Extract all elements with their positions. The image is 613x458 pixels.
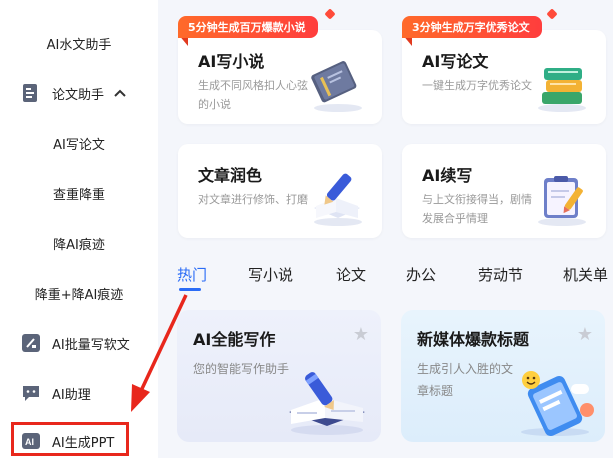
category-tabs: 热门 写小说 论文 办公 劳动节 机关单 — [158, 258, 613, 294]
tab-government[interactable]: 机关单 — [563, 264, 608, 285]
card-ai-paper[interactable]: AI写论文 一键生成万字优秀论文 — [402, 30, 606, 124]
sidebar-item-label: 降重+降AI痕迹 — [34, 287, 124, 303]
card-polish-article[interactable]: 文章润色 对文章进行修饰、打磨 — [178, 144, 382, 238]
card-title: AI写小说 — [198, 52, 265, 71]
card-description: 一键生成万字优秀论文 — [422, 79, 532, 92]
tab-paper[interactable]: 论文 — [336, 264, 366, 285]
card-description: 生成不同风格扣人心弦的小说 — [198, 79, 308, 111]
sidebar-item-label: 查重降重 — [52, 187, 105, 203]
annotation-highlight-box — [11, 422, 129, 456]
favorite-star-icon[interactable]: ★ — [353, 324, 369, 345]
book-icon — [304, 54, 368, 114]
sidebar-item-label: AI水文助手 — [46, 37, 112, 53]
card-ai-continue[interactable]: AI续写 与上文衔接得当，剧情发展合乎情理 — [402, 144, 606, 238]
sidebar-item-label: 论文助手 — [52, 87, 105, 103]
document-icon — [20, 82, 42, 104]
promo-badge: 3分钟生成万字优秀论文 — [402, 16, 542, 38]
books-stack-icon — [528, 54, 592, 114]
promo-badge: 5分钟生成百万爆款小说 — [178, 16, 318, 38]
card-ai-novel[interactable]: AI写小说 生成不同风格扣人心弦的小说 — [178, 30, 382, 124]
main-content: AI写小说 生成不同风格扣人心弦的小说 5分钟生成百万爆款小说 AI写论文 一键… — [158, 0, 613, 458]
tab-novel[interactable]: 写小说 — [248, 264, 293, 285]
sidebar-item-reduce-ai-trace[interactable]: 降AI痕迹 — [0, 225, 158, 261]
sidebar-item-label: AI助理 — [52, 387, 91, 403]
feature-card-title: AI全能写作 — [193, 330, 276, 349]
sidebar-item-ai-water-writing[interactable]: AI水文助手 — [0, 25, 158, 61]
feature-card-description: 您的智能写作助手 — [193, 362, 290, 376]
card-title: 文章润色 — [198, 166, 263, 185]
card-description: 对文章进行修饰、打磨 — [198, 193, 308, 206]
promo-badge-text: 3分钟生成万字优秀论文 — [412, 21, 530, 34]
active-tab-indicator — [179, 288, 201, 291]
sidebar-item-label: AI批量写软文 — [52, 337, 130, 353]
tab-labor-day[interactable]: 劳动节 — [478, 264, 523, 285]
tab-office[interactable]: 办公 — [406, 264, 436, 285]
sidebar-item-ai-write-paper[interactable]: AI写论文 — [0, 125, 158, 161]
card-title: AI写论文 — [422, 52, 489, 71]
chat-bubble-icon — [20, 382, 42, 404]
sidebar: AI水文助手 论文助手 AI写论文 查重降重 降AI痕迹 降重+降AI痕迹 AI… — [0, 0, 158, 458]
sidebar-item-duplicate-check[interactable]: 查重降重 — [0, 175, 158, 211]
feature-card-all-round-writing[interactable]: AI全能写作 您的智能写作助手 ★ — [177, 310, 381, 442]
feature-card-title: 新媒体爆款标题 — [417, 330, 530, 349]
sidebar-item-ai-assistant[interactable]: AI助理 — [0, 375, 158, 411]
promo-badge-text: 5分钟生成百万爆款小说 — [188, 21, 306, 34]
feature-card-viral-title[interactable]: 新媒体爆款标题 生成引人入胜的文章标题 ★ — [401, 310, 605, 442]
favorite-star-icon[interactable]: ★ — [577, 324, 593, 345]
sidebar-item-reduce-both[interactable]: 降重+降AI痕迹 — [0, 275, 158, 311]
open-book-pen-icon — [281, 368, 371, 438]
sparkle-icon — [324, 8, 336, 20]
sidebar-item-label: AI写论文 — [53, 137, 105, 153]
chevron-up-icon[interactable] — [114, 86, 126, 100]
card-description: 与上文衔接得当，剧情发展合乎情理 — [422, 193, 532, 225]
sidebar-item-batch-softarticle[interactable]: AI批量写软文 — [0, 325, 158, 361]
sidebar-item-paper-assistant[interactable]: 论文助手 — [0, 75, 158, 111]
tab-hot[interactable]: 热门 — [177, 264, 207, 285]
sparkle-icon — [546, 8, 558, 20]
phone-emoji-icon — [509, 366, 599, 438]
card-title: AI续写 — [422, 166, 473, 185]
batch-write-icon — [20, 332, 42, 354]
writing-pen-icon — [304, 168, 368, 228]
clipboard-pen-icon — [528, 168, 592, 228]
sidebar-item-label: 降AI痕迹 — [53, 237, 105, 253]
feature-card-description: 生成引人入胜的文章标题 — [417, 362, 514, 398]
